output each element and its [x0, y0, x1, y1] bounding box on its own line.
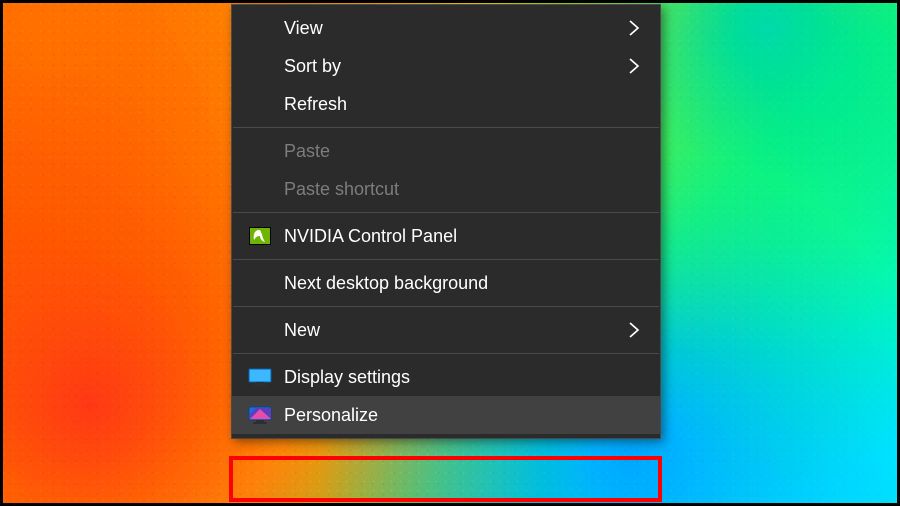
- menu-item-label: Next desktop background: [274, 273, 642, 294]
- icon-placeholder: [246, 272, 274, 294]
- menu-item-label: Paste shortcut: [274, 179, 642, 200]
- chevron-right-icon: [628, 20, 642, 36]
- nvidia-icon: [246, 225, 274, 247]
- menu-separator: [233, 127, 659, 128]
- menu-item-label: Personalize: [274, 405, 642, 426]
- menu-item-label: View: [274, 18, 628, 39]
- menu-separator: [233, 353, 659, 354]
- menu-item-label: Refresh: [274, 94, 642, 115]
- chevron-right-icon: [628, 58, 642, 74]
- menu-item-label: NVIDIA Control Panel: [274, 226, 642, 247]
- monitor-icon: [246, 366, 274, 388]
- menu-item-label: Sort by: [274, 56, 628, 77]
- chevron-right-icon: [628, 322, 642, 338]
- menu-separator: [233, 259, 659, 260]
- menu-separator: [233, 212, 659, 213]
- menu-item-new[interactable]: New: [232, 311, 660, 349]
- menu-item-nvidia-control-panel[interactable]: NVIDIA Control Panel: [232, 217, 660, 255]
- desktop-context-menu: View Sort by Refresh Paste Paste shortcu…: [231, 4, 661, 439]
- menu-item-sort-by[interactable]: Sort by: [232, 47, 660, 85]
- menu-item-refresh[interactable]: Refresh: [232, 85, 660, 123]
- menu-item-label: New: [274, 320, 628, 341]
- menu-item-label: Paste: [274, 141, 642, 162]
- menu-separator: [233, 306, 659, 307]
- menu-item-display-settings[interactable]: Display settings: [232, 358, 660, 396]
- menu-item-view[interactable]: View: [232, 9, 660, 47]
- menu-item-paste-shortcut: Paste shortcut: [232, 170, 660, 208]
- icon-placeholder: [246, 140, 274, 162]
- menu-item-next-desktop-background[interactable]: Next desktop background: [232, 264, 660, 302]
- personalize-icon: [246, 404, 274, 426]
- icon-placeholder: [246, 55, 274, 77]
- icon-placeholder: [246, 93, 274, 115]
- icon-placeholder: [246, 17, 274, 39]
- menu-item-personalize[interactable]: Personalize: [232, 396, 660, 434]
- icon-placeholder: [246, 178, 274, 200]
- icon-placeholder: [246, 319, 274, 341]
- menu-item-paste: Paste: [232, 132, 660, 170]
- menu-item-label: Display settings: [274, 367, 642, 388]
